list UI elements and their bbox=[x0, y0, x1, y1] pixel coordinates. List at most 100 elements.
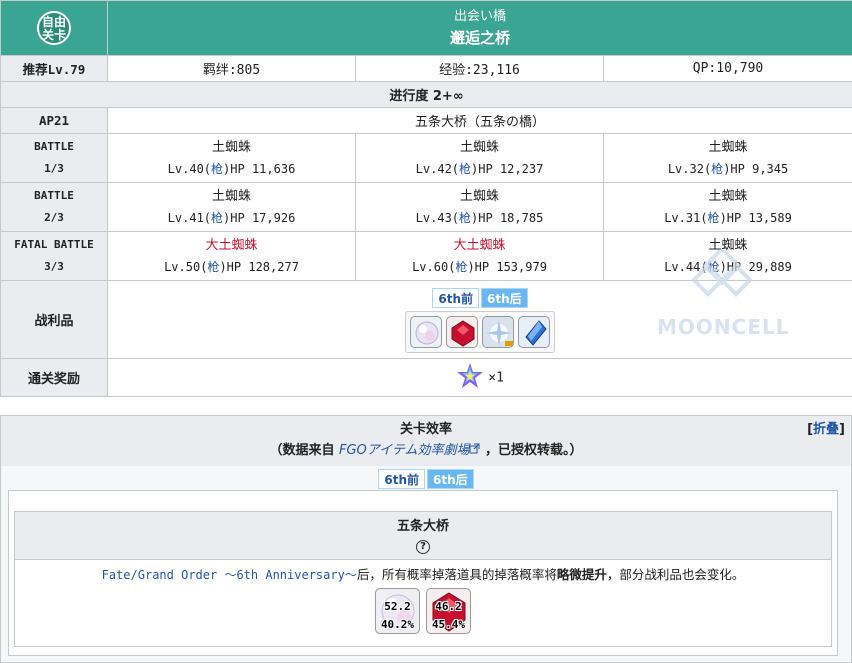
efficiency-title: 关卡效率 bbox=[399, 422, 452, 437]
help-icon[interactable]: ? bbox=[416, 540, 430, 554]
enemy-name[interactable]: 土蜘蛛 bbox=[356, 137, 603, 159]
enemy-stats: Lv.41(枪)HP 17,926 bbox=[167, 211, 296, 225]
blue-crystal-item-icon[interactable] bbox=[518, 316, 551, 348]
anniversary-note: Fate/Grand Order ～6th Anniversary～后，所有概率… bbox=[15, 560, 831, 586]
enemy-class-link[interactable]: 枪 bbox=[459, 162, 471, 176]
enemy-level: Lv.32 bbox=[667, 162, 704, 176]
enemy-level: Lv.40 bbox=[167, 162, 204, 176]
enemy-class-link[interactable]: 枪 bbox=[708, 211, 720, 225]
enemy-class-link[interactable]: 枪 bbox=[207, 260, 219, 274]
bond-value: 羁绊:805 bbox=[107, 55, 356, 82]
quest-table: 自由 关卡 出会い橋 邂逅之桥 推荐Lv.79 羁绊:805 经验:23,116… bbox=[0, 0, 852, 397]
enemy-name[interactable]: 土蜘蛛 bbox=[604, 186, 852, 208]
exp-value: 经验:23,116 bbox=[355, 55, 604, 82]
spark-item-icon[interactable] bbox=[482, 316, 515, 348]
enemy-name[interactable]: 大土蜘蛛 bbox=[108, 235, 355, 257]
ap-row: AP21 五条大桥（五条の橋） bbox=[0, 107, 852, 134]
red-gem-item-icon[interactable] bbox=[446, 316, 479, 348]
source-link[interactable]: FGOアイテム効率劇場 bbox=[339, 443, 480, 458]
quest-header-row: 自由 关卡 出会い橋 邂逅之桥 bbox=[0, 0, 852, 56]
drop-rate-list: 52.2 40.2% 46.2 45.4% bbox=[15, 588, 831, 634]
drop-place-card: 五条大桥 ? Fate/Grand Order ～6th Anniversary… bbox=[14, 511, 832, 647]
enemy-stats: Lv.42(枪)HP 12,237 bbox=[415, 162, 544, 176]
quest-cn-name: 邂逅之桥 bbox=[450, 29, 511, 47]
battle-row-1: BATTLE 1/3 土蜘蛛 Lv.40(枪)HP 11,636 土蜘蛛 Lv.42(枪)… bbox=[0, 133, 852, 183]
enemy-class-link[interactable]: 枪 bbox=[711, 162, 723, 176]
enemy-stats: Lv.44(枪)HP 29,889 bbox=[664, 260, 792, 274]
anniversary-link[interactable]: Fate/Grand Order ～6th Anniversary～ bbox=[102, 568, 357, 582]
red-gem-drop-icon[interactable]: 46.2 45.4% bbox=[426, 588, 471, 634]
battle-type: BATTLE bbox=[34, 189, 74, 202]
note-text-a: 后，所有概率掉落道具的掉落概率将 bbox=[356, 567, 557, 582]
enemy-class-link[interactable]: 枪 bbox=[211, 211, 223, 225]
enemy-level: Lv.44 bbox=[664, 260, 701, 274]
efficiency-tab-before[interactable]: 6th前 bbox=[378, 469, 425, 489]
loot-item-list bbox=[405, 311, 556, 353]
enemy-cell: 大土蜘蛛 Lv.50(枪)HP 128,277 bbox=[107, 231, 356, 281]
enemy-stats: Lv.40(枪)HP 11,636 bbox=[167, 162, 296, 176]
battle-label: FATAL BATTLE 3/3 bbox=[0, 231, 108, 281]
loot-tab-before[interactable]: 6th前 bbox=[432, 288, 480, 308]
enemy-cell: 土蜘蛛 Lv.44(枪)HP 29,889 bbox=[602, 231, 852, 281]
collapse-link[interactable]: 折叠 bbox=[813, 422, 839, 437]
enemy-class-link[interactable]: 枪 bbox=[211, 162, 223, 176]
enemy-name[interactable]: 土蜘蛛 bbox=[604, 235, 852, 257]
battle-type: FATAL BATTLE bbox=[14, 238, 94, 251]
drop-rate: 45.4% bbox=[431, 618, 466, 631]
saint-quartz-icon[interactable] bbox=[456, 362, 484, 394]
pearl-drop-icon[interactable]: 52.2 40.2% bbox=[375, 588, 420, 634]
free-quest-badge: 自由 关卡 bbox=[37, 11, 71, 45]
enemy-cell: 大土蜘蛛 Lv.60(枪)HP 153,979 bbox=[355, 231, 604, 281]
enemy-cell: 土蜘蛛 Lv.41(枪)HP 17,926 bbox=[107, 182, 356, 232]
progress-text: 进行度 2+∞ bbox=[0, 81, 852, 108]
enemy-hp: HP 29,889 bbox=[726, 260, 792, 274]
progress-row: 进行度 2+∞ bbox=[0, 81, 852, 108]
enemy-class-link[interactable]: 枪 bbox=[459, 211, 471, 225]
enemy-hp: HP 128,277 bbox=[226, 260, 299, 274]
enemy-name[interactable]: 土蜘蛛 bbox=[356, 186, 603, 208]
enemy-name[interactable]: 土蜘蛛 bbox=[108, 137, 355, 159]
enemy-name[interactable]: 土蜘蛛 bbox=[604, 137, 852, 159]
enemy-stats: Lv.43(枪)HP 18,785 bbox=[415, 211, 544, 225]
enemy-level: Lv.60 bbox=[412, 260, 449, 274]
recommended-level: 推荐Lv.79 bbox=[0, 55, 108, 82]
quest-title-cell: 出会い橋 邂逅之桥 bbox=[106, 0, 852, 56]
enemy-hp: HP 12,237 bbox=[478, 162, 544, 176]
drop-ap-per-item: 46.2 bbox=[435, 600, 462, 613]
enemy-stats: Lv.31(枪)HP 13,589 bbox=[664, 211, 792, 225]
enemy-level: Lv.43 bbox=[415, 211, 452, 225]
loot-tab-after[interactable]: 6th后 bbox=[481, 288, 528, 308]
efficiency-tabs: 6th前 6th后 bbox=[1, 469, 851, 489]
source-suffix: ，已授权转载。） bbox=[485, 443, 583, 458]
battle-label: BATTLE 2/3 bbox=[0, 182, 108, 232]
efficiency-header: 关卡效率 （数据来自 FGOアイテム効率劇場 ，已授权转载。） [折叠] bbox=[1, 416, 851, 466]
battle-label: BATTLE 1/3 bbox=[0, 133, 108, 183]
battle-count: 3/3 bbox=[44, 260, 64, 273]
battle-count: 1/3 bbox=[44, 162, 64, 175]
enemy-cell: 土蜘蛛 Lv.42(枪)HP 12,237 bbox=[355, 133, 604, 183]
qp-value: QP:10,790 bbox=[602, 55, 852, 82]
enemy-hp: HP 18,785 bbox=[478, 211, 544, 225]
enemy-cell: 土蜘蛛 Lv.32(枪)HP 9,345 bbox=[602, 133, 852, 183]
efficiency-panel: 关卡效率 （数据来自 FGOアイテム効率劇場 ，已授权转载。） [折叠] 6th… bbox=[0, 415, 852, 663]
loot-cell: 6th前 6th后 bbox=[106, 280, 852, 359]
battle-type: BATTLE bbox=[34, 140, 74, 153]
battle-row-3: FATAL BATTLE 3/3 大土蜘蛛 Lv.50(枪)HP 128,277 大土蜘… bbox=[0, 231, 852, 281]
collapse-toggle: [折叠] bbox=[807, 422, 845, 437]
enemy-class-link[interactable]: 枪 bbox=[708, 260, 720, 274]
enemy-class-link[interactable]: 枪 bbox=[455, 260, 467, 274]
battle-row-2: BATTLE 2/3 土蜘蛛 Lv.41(枪)HP 17,926 土蜘蛛 Lv.43(枪)… bbox=[0, 182, 852, 232]
enemy-level: Lv.31 bbox=[664, 211, 701, 225]
efficiency-tab-after[interactable]: 6th后 bbox=[427, 469, 474, 489]
enemy-hp: HP 17,926 bbox=[230, 211, 296, 225]
enemy-cell: 土蜘蛛 Lv.43(枪)HP 18,785 bbox=[355, 182, 604, 232]
enemy-hp: HP 153,979 bbox=[474, 260, 547, 274]
enemy-hp: HP 9,345 bbox=[730, 162, 789, 176]
battle-count: 2/3 bbox=[44, 211, 64, 224]
loot-label: 战利品 bbox=[0, 280, 108, 359]
enemy-name[interactable]: 土蜘蛛 bbox=[108, 186, 355, 208]
reward-quantity: ×1 bbox=[488, 370, 504, 385]
enemy-name[interactable]: 大土蜘蛛 bbox=[356, 235, 603, 257]
external-link-icon bbox=[469, 443, 480, 458]
pearl-item-icon[interactable] bbox=[410, 316, 443, 348]
